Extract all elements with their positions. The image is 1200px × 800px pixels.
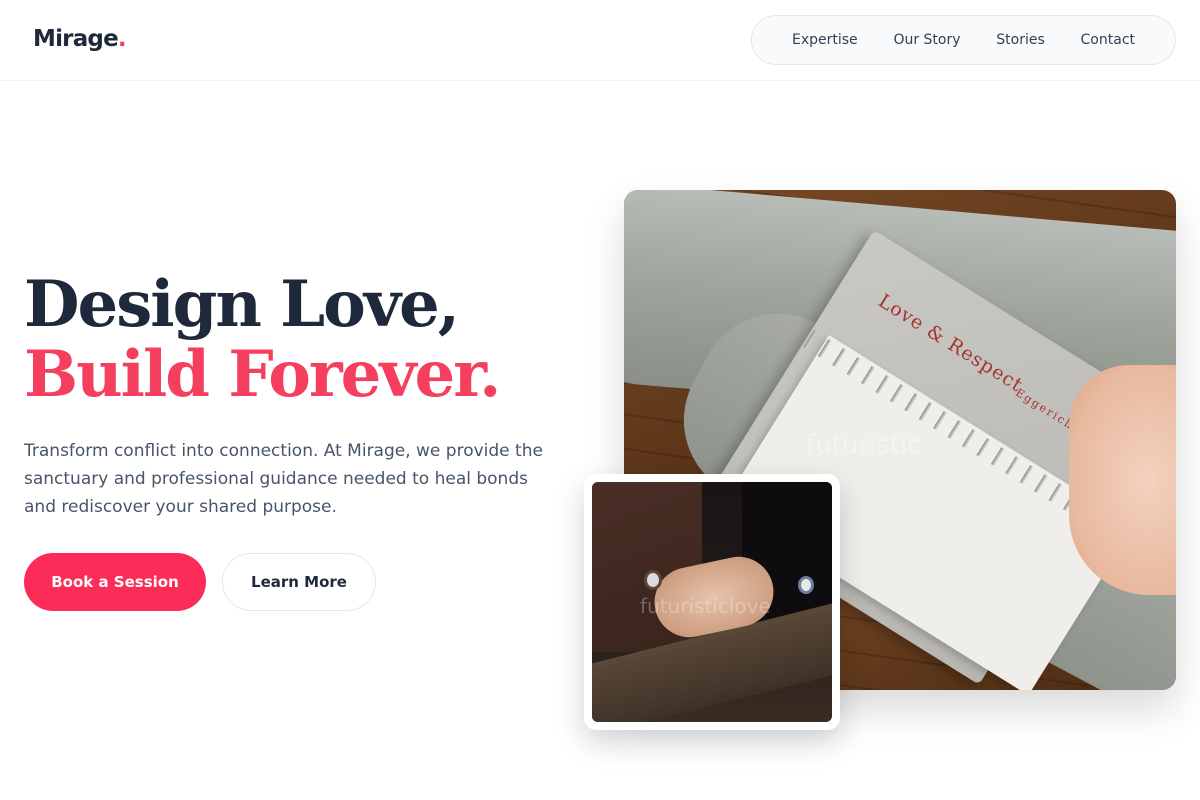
brand-logo[interactable]: Mirage.	[33, 26, 127, 52]
hero-lead-text: Transform conflict into connection. At M…	[24, 441, 543, 517]
watch-icon	[798, 576, 814, 594]
nav-link-contact[interactable]: Contact	[1081, 32, 1135, 48]
photo-hand-shape	[1069, 365, 1176, 595]
nav-link-our-story[interactable]: Our Story	[893, 32, 960, 48]
headline-line-2: Build Forever.	[24, 337, 501, 412]
headline-line-1: Design Love,	[24, 267, 460, 342]
photo-watermark-small: futuristiclove	[640, 594, 771, 618]
secondary-photo-image: futuristiclove	[592, 482, 832, 722]
nav-link-expertise[interactable]: Expertise	[792, 32, 858, 48]
watch-icon	[644, 570, 662, 590]
photo-watermark: futuristic	[806, 430, 922, 460]
nav-link-stories[interactable]: Stories	[996, 32, 1045, 48]
book-session-button[interactable]: Book a Session	[24, 553, 206, 611]
brand-name: Mirage	[33, 26, 119, 52]
site-header: Mirage. Expertise Our Story Stories Cont…	[0, 0, 1200, 81]
hero-secondary-photo: futuristiclove	[584, 474, 840, 730]
learn-more-button[interactable]: Learn More	[222, 553, 376, 611]
main-nav: Expertise Our Story Stories Contact	[751, 15, 1176, 65]
brand-dot: .	[117, 26, 127, 52]
hero-headline: Design Love, Build Forever.	[24, 267, 501, 412]
